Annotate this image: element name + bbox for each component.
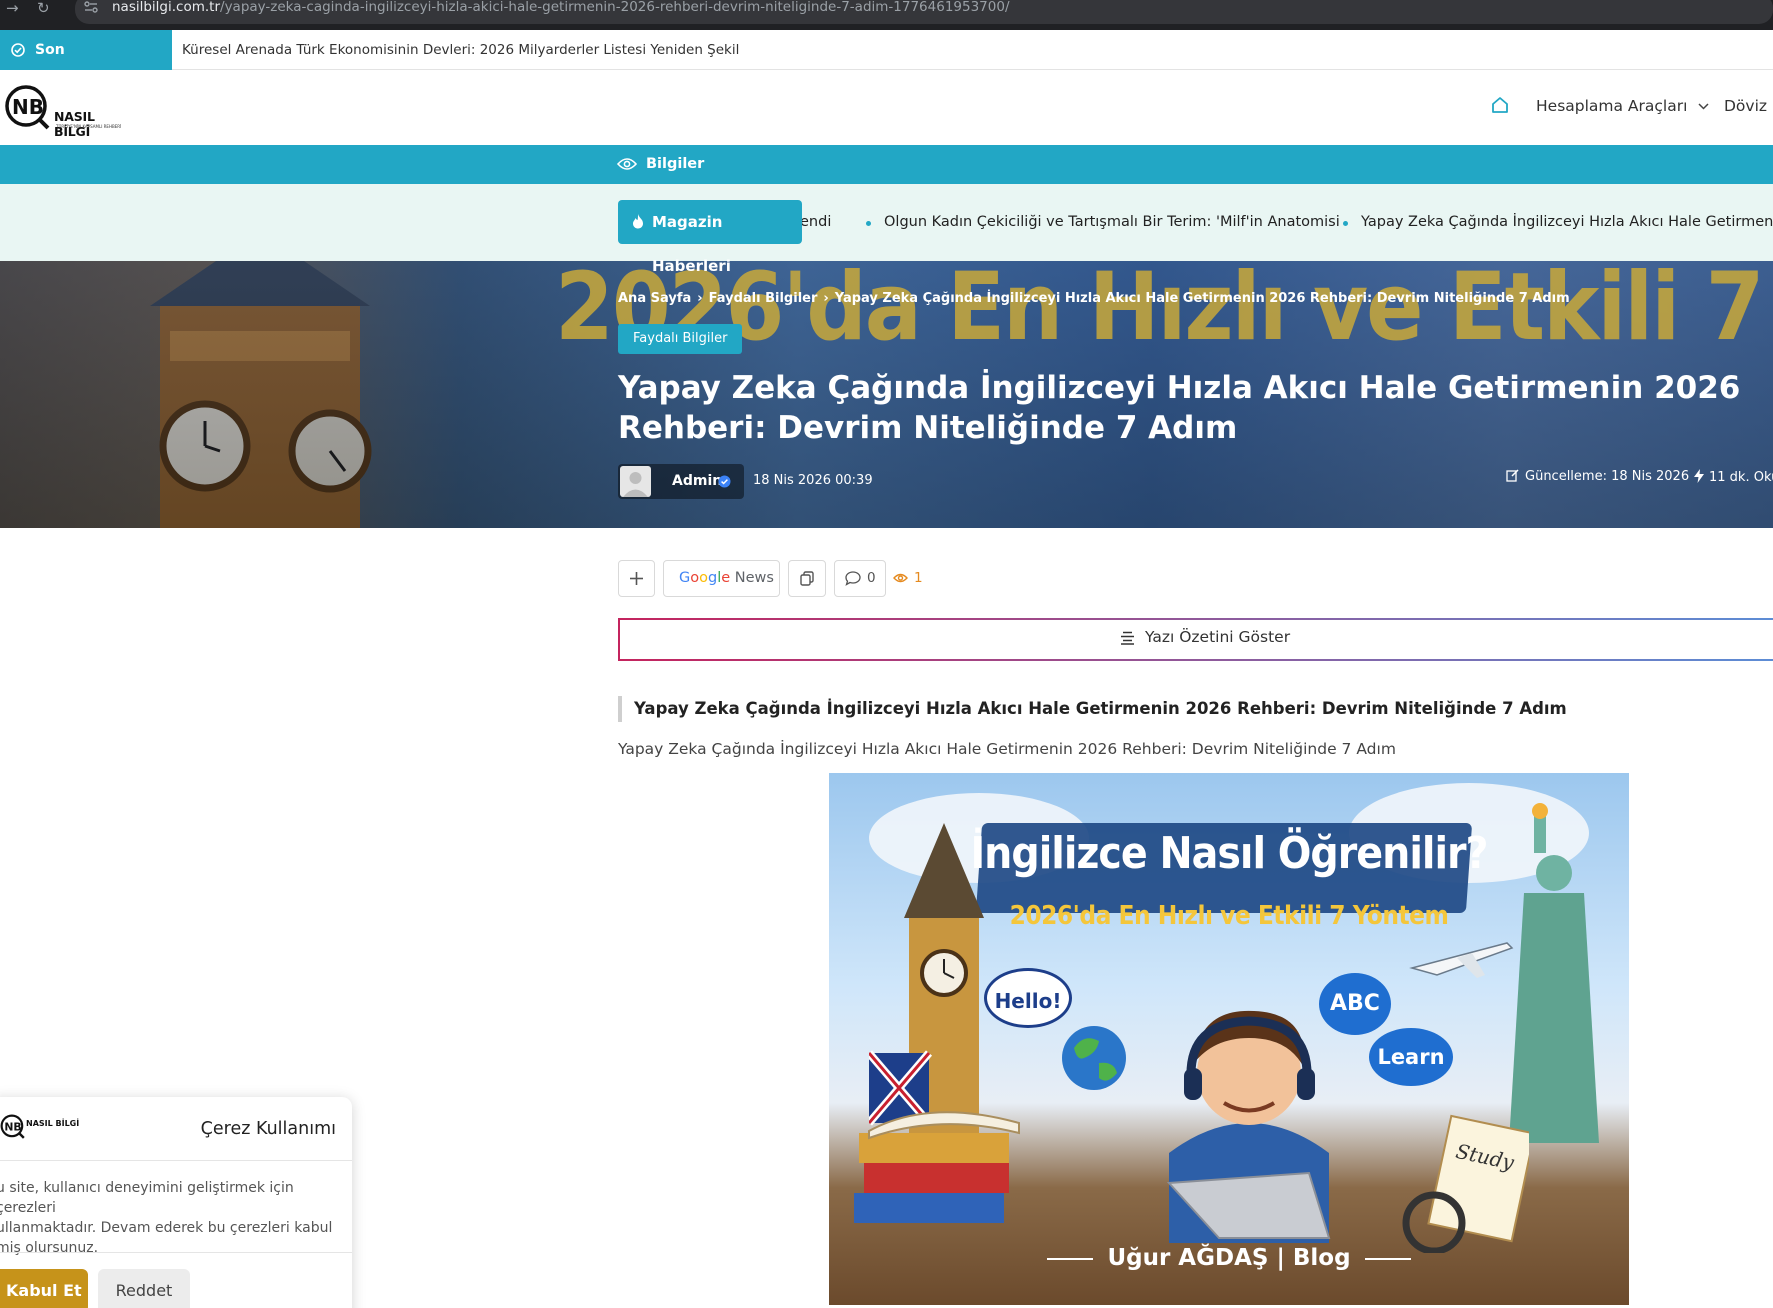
reload-icon[interactable]: ↻: [37, 1, 59, 16]
view-count: 1: [893, 570, 923, 586]
comment-icon: [845, 571, 861, 586]
image-footer-text: Uğur AĞDAŞ | Blog: [1107, 1245, 1351, 1271]
breadcrumb: Ana Sayfa › Faydalı Bilgiler › Yapay Zeka Ça…: [618, 291, 1570, 306]
breadcrumb-current: Yapay Zeka Çağında İngilizceyi Hızla Akı…: [834, 291, 1570, 306]
category-bar-label: Bilgiler: [646, 156, 705, 172]
show-summary-text: Yazı Özetini Göster: [1145, 628, 1291, 646]
news-ticker: Magazin Haberleri endi Olgun Kadın Çekic…: [0, 184, 1773, 275]
url-path: /yapay-zeka-caginda-ingilizceyi-hizla-ak…: [220, 0, 1010, 15]
breadcrumb-chevron-icon: ›: [823, 291, 829, 306]
nav-item-label: Hesaplama Araçları: [1536, 97, 1688, 115]
globe-icon: [1062, 1026, 1126, 1090]
category-bar[interactable]: Bilgiler: [0, 145, 1773, 184]
article-heading: Yapay Zeka Çağında İngilizceyi Hızla Akı…: [618, 696, 1567, 722]
bolt-icon: [1694, 469, 1704, 483]
logo-mark-icon: NB: [0, 1114, 25, 1139]
post-title: Yapay Zeka Çağında İngilizceyi Hızla Akı…: [618, 370, 1741, 446]
ticker-item[interactable]: Olgun Kadın Çekiciliği ve Tartışmalı Bir…: [884, 214, 1340, 230]
logo-subtitle: TÜRKİYE'NİN KAPSAMLI REHBERİ: [56, 124, 122, 129]
cookie-header: NB NASIL BİLGİ Çerez Kullanımı: [0, 1097, 352, 1161]
cookie-consent-dialog: NB NASIL BİLGİ Çerez Kullanımı u site, k…: [0, 1097, 352, 1308]
comment-count: 0: [867, 570, 876, 586]
edit-icon: [1506, 469, 1519, 482]
footer-rule: [1047, 1257, 1094, 1260]
recent-headline-link[interactable]: Küresel Arenada Türk Ekonomisinin Devler…: [182, 30, 739, 70]
add-button[interactable]: [618, 560, 655, 597]
forward-icon[interactable]: →: [6, 1, 28, 16]
accept-cookies-button[interactable]: Kabul Et: [0, 1269, 88, 1308]
ticker-separator-dot: [1343, 221, 1348, 226]
recent-posts-bar: Son Eklediklerimiz Küresel Arenada Türk …: [0, 30, 1773, 98]
flame-icon: [632, 214, 644, 229]
breadcrumb-home[interactable]: Ana Sayfa: [618, 291, 691, 306]
url-text[interactable]: nasilbilgi.com.tr/yapay-zeka-caginda-ing…: [112, 0, 1010, 14]
site-logo[interactable]: NB NASIL BİLGİ TÜRKİYE'NİN KAPSAMLI REHB…: [4, 84, 124, 139]
nav-item-doviz[interactable]: Döviz K: [1724, 97, 1773, 115]
post-hero: 2026'da En Hızlı ve Etkili 7 Yönte Ana S…: [0, 261, 1773, 528]
cookie-message: u site, kullanıcı deneyimini geliştirmek…: [0, 1180, 333, 1256]
article-featured-image: İngilizce Nasıl Öğrenilir? 2026'da En Hı…: [829, 773, 1629, 1305]
author-chip[interactable]: Admin: [618, 464, 744, 499]
google-letter: g: [708, 570, 718, 586]
eye-icon: [893, 573, 908, 583]
svg-text:NB: NB: [4, 1120, 21, 1133]
logo-mark-icon: NB: [5, 85, 50, 130]
updated-date: Güncelleme: 18 Nis 2026: [1506, 469, 1689, 484]
divider: [0, 1252, 352, 1253]
copy-link-button[interactable]: [788, 560, 826, 597]
ticker-label[interactable]: Magazin Haberleri: [618, 200, 802, 275]
comments-button[interactable]: 0: [834, 560, 886, 597]
site-header: NB NASIL BİLGİ TÜRKİYE'NİN KAPSAMLI REHB…: [0, 70, 1773, 145]
chevron-down-icon: [1698, 103, 1709, 110]
google-letter: G: [679, 570, 691, 586]
books-icon: [854, 1111, 1020, 1223]
article-paragraph: Yapay Zeka Çağında İngilizceyi Hızla Akı…: [618, 740, 1396, 758]
ticker-separator-dot: [866, 221, 871, 226]
verified-badge-icon: [718, 475, 731, 488]
site-settings-icon[interactable]: [84, 1, 98, 13]
ticker-item[interactable]: endi: [800, 214, 831, 230]
google-letter: o: [690, 570, 700, 586]
home-icon[interactable]: [1490, 95, 1510, 115]
read-time: 11 dk. Oku: [1694, 469, 1773, 485]
author-name: Admin: [672, 473, 723, 489]
breadcrumb-category[interactable]: Faydalı Bilgiler: [709, 291, 818, 306]
nav-item-hesaplama[interactable]: Hesaplama Araçları: [1536, 97, 1709, 115]
ticker-label-text: Magazin Haberleri: [652, 213, 731, 275]
news-label: News: [734, 570, 774, 586]
ticker-item[interactable]: Yapay Zeka Çağında İngilizceyi Hızla Akı…: [1361, 214, 1773, 230]
copy-icon: [799, 571, 815, 587]
cookie-title: Çerez Kullanımı: [200, 1119, 336, 1139]
align-center-icon: [1120, 631, 1135, 645]
image-bubble: Learn: [1369, 1028, 1453, 1086]
image-bubble: Hello!: [984, 968, 1072, 1028]
avatar: [620, 466, 651, 497]
show-summary-label[interactable]: Yazı Özetini Göster: [1121, 628, 1291, 646]
footer-rule: [1364, 1257, 1411, 1260]
notepad-icon: Study: [1402, 1114, 1529, 1253]
view-count-value: 1: [914, 570, 923, 586]
student-illustration: [1166, 1010, 1331, 1243]
recent-posts-label: Son Eklediklerimiz: [0, 30, 172, 98]
url-domain: nasilbilgi.com.tr: [112, 0, 221, 15]
google-letter: o: [699, 570, 708, 586]
image-footer: Uğur AĞDAŞ | Blog: [829, 1245, 1629, 1271]
svg-text:NB: NB: [12, 95, 44, 119]
breadcrumb-chevron-icon: ›: [697, 291, 703, 306]
eye-icon: [617, 157, 637, 171]
airplane-icon: [1409, 942, 1514, 978]
category-badge[interactable]: Faydalı Bilgiler: [618, 324, 743, 354]
read-time-text: 11 dk. Oku: [1709, 470, 1773, 485]
google-news-button[interactable]: Google News: [663, 560, 780, 597]
page: → ↻ nasilbilgi.com.tr/yapay-zeka-caginda…: [0, 0, 1773, 1308]
cookie-logo-text: NASIL BİLGİ: [26, 1119, 80, 1128]
updated-date-text: Güncelleme: 18 Nis 2026: [1525, 469, 1690, 484]
check-circle-icon: [11, 43, 25, 57]
reject-cookies-button[interactable]: Reddet: [98, 1269, 190, 1308]
google-letter: e: [721, 570, 731, 586]
browser-toolbar: → ↻ nasilbilgi.com.tr/yapay-zeka-caginda…: [0, 0, 1773, 30]
post-date: 18 Nis 2026 00:39: [753, 473, 873, 488]
plus-icon: [629, 571, 644, 586]
